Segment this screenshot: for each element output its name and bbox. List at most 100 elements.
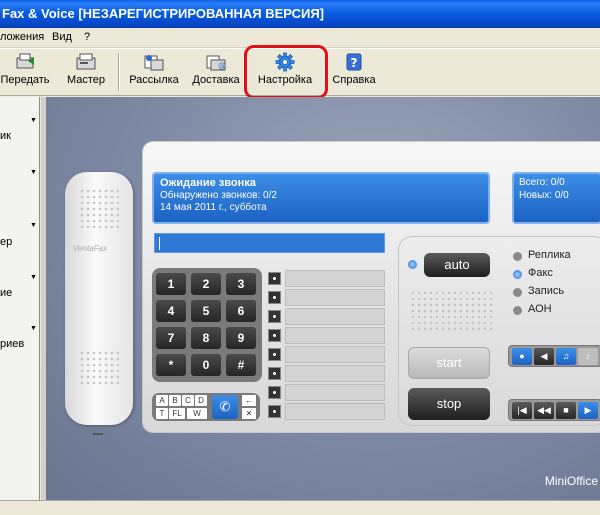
memory-row[interactable] [268,327,386,344]
menu-item-applications[interactable]: ложения [0,31,44,43]
mailing-icon [143,52,165,72]
toolbar-separator [118,53,120,91]
new-counter: Новых: 0/0 [519,190,569,201]
memory-row[interactable] [268,403,386,420]
close-icon[interactable]: ✕ [242,408,256,419]
key-6[interactable]: 6 [226,300,256,322]
mode-led [513,306,522,315]
sidebar-item-3[interactable]: ие [0,287,12,299]
sidebar-item-1[interactable]: ик [0,130,11,142]
sidebar-item-2[interactable]: ер [0,236,12,248]
delivery-icon: @ [205,52,227,72]
memory-row[interactable] [268,270,386,287]
keypad: 1 2 3 4 5 6 7 8 9 * 0 # [152,268,262,382]
memory-row[interactable] [268,308,386,325]
mode-fax[interactable]: Факс [528,267,553,279]
mode-record[interactable]: Запись [528,285,564,297]
mode-reply[interactable]: Реплика [528,249,571,261]
memory-field[interactable] [285,308,385,325]
send-label: Передать [0,74,50,86]
menu-item-view[interactable]: Вид [52,31,72,43]
key-w[interactable]: W [187,408,207,419]
play-icon[interactable]: ▶ [578,402,598,419]
key-2[interactable]: 2 [191,273,221,295]
mode-led [513,288,522,297]
memory-row[interactable] [268,289,386,306]
stop-square-icon[interactable]: ■ [556,402,576,419]
speaker-icon[interactable]: ◀ [534,348,554,365]
memory-field[interactable] [285,327,385,344]
start-button[interactable]: start [408,347,490,379]
key-4[interactable]: 4 [156,300,186,322]
mode-led-active [513,270,522,279]
hook-indicator [93,433,103,435]
key-b[interactable]: B [169,395,181,406]
key-star[interactable]: * [156,354,186,376]
handset[interactable]: VentaFax [65,172,133,425]
memory-button[interactable] [268,367,281,380]
chevron-down-icon[interactable]: ▼ [30,325,37,332]
record-dot-icon[interactable]: ● [512,348,532,365]
memory-field[interactable] [285,365,385,382]
brand-label: MiniOffice [544,474,598,488]
chevron-down-icon[interactable]: ▼ [30,169,37,176]
memory-field[interactable] [285,289,385,306]
memory-row[interactable] [268,384,386,401]
playback-controls: |◀ ◀◀ ■ ▶ [508,399,600,421]
mute-icon[interactable]: ♪ [578,348,598,365]
key-8[interactable]: 8 [191,327,221,349]
key-hash[interactable]: # [226,354,256,376]
mailing-button[interactable]: Рассылка [125,52,183,94]
calls-detected: Обнаружено звонков: 0/2 [160,190,277,201]
memory-row[interactable] [268,365,386,382]
key-d[interactable]: D [195,395,207,406]
memory-field[interactable] [285,270,385,287]
audio-controls: ● ◀ ♫ ♪ [508,345,600,367]
svg-text:?: ? [351,56,358,70]
chevron-down-icon[interactable]: ▼ [30,274,37,281]
menu-item-help[interactable]: ? [84,31,90,43]
memory-button[interactable] [268,310,281,323]
memory-field[interactable] [285,403,385,420]
sidebar-item-4[interactable]: риев [0,338,24,350]
number-input[interactable] [154,233,385,253]
memory-row[interactable] [268,346,386,363]
key-c[interactable]: C [182,395,194,406]
key-3[interactable]: 3 [226,273,256,295]
to-start-icon[interactable]: |◀ [512,402,532,419]
key-fl[interactable]: FL [169,408,185,419]
memory-button[interactable] [268,405,281,418]
rewind-icon[interactable]: ◀◀ [534,402,554,419]
memory-field[interactable] [285,384,385,401]
key-0[interactable]: 0 [191,354,221,376]
key-5[interactable]: 5 [191,300,221,322]
auto-led [408,260,417,269]
chevron-down-icon[interactable]: ▼ [30,222,37,229]
key-t[interactable]: T [156,408,168,419]
memory-button[interactable] [268,386,281,399]
memory-button[interactable] [268,291,281,304]
send-button[interactable]: Передать [0,52,50,94]
delivery-button[interactable]: @ Доставка [189,52,243,94]
help-button[interactable]: ? Справка [330,52,378,94]
memory-field[interactable] [285,346,385,363]
stop-button[interactable]: stop [408,388,490,420]
auto-button[interactable]: auto [424,253,490,277]
back-arrow-icon[interactable]: ← [242,395,256,406]
wizard-button[interactable]: Мастер [62,52,110,94]
memory-button[interactable] [268,329,281,342]
mode-caller-id[interactable]: АОН [528,303,552,315]
dial-icon[interactable]: ✆ [212,395,238,419]
mailing-label: Рассылка [129,74,179,86]
memory-button[interactable] [268,348,281,361]
key-9[interactable]: 9 [226,327,256,349]
delivery-label: Доставка [192,74,240,86]
letter-keys: A B C D T FL W ✆ ← ✕ [152,393,260,421]
key-1[interactable]: 1 [156,273,186,295]
chevron-down-icon[interactable]: ▼ [30,117,37,124]
key-a[interactable]: A [156,395,168,406]
memory-button[interactable] [268,272,281,285]
microphone-icon[interactable]: ♫ [556,348,576,365]
key-7[interactable]: 7 [156,327,186,349]
counter-display: Всего: 0/0 Новых: 0/0 [512,172,600,224]
